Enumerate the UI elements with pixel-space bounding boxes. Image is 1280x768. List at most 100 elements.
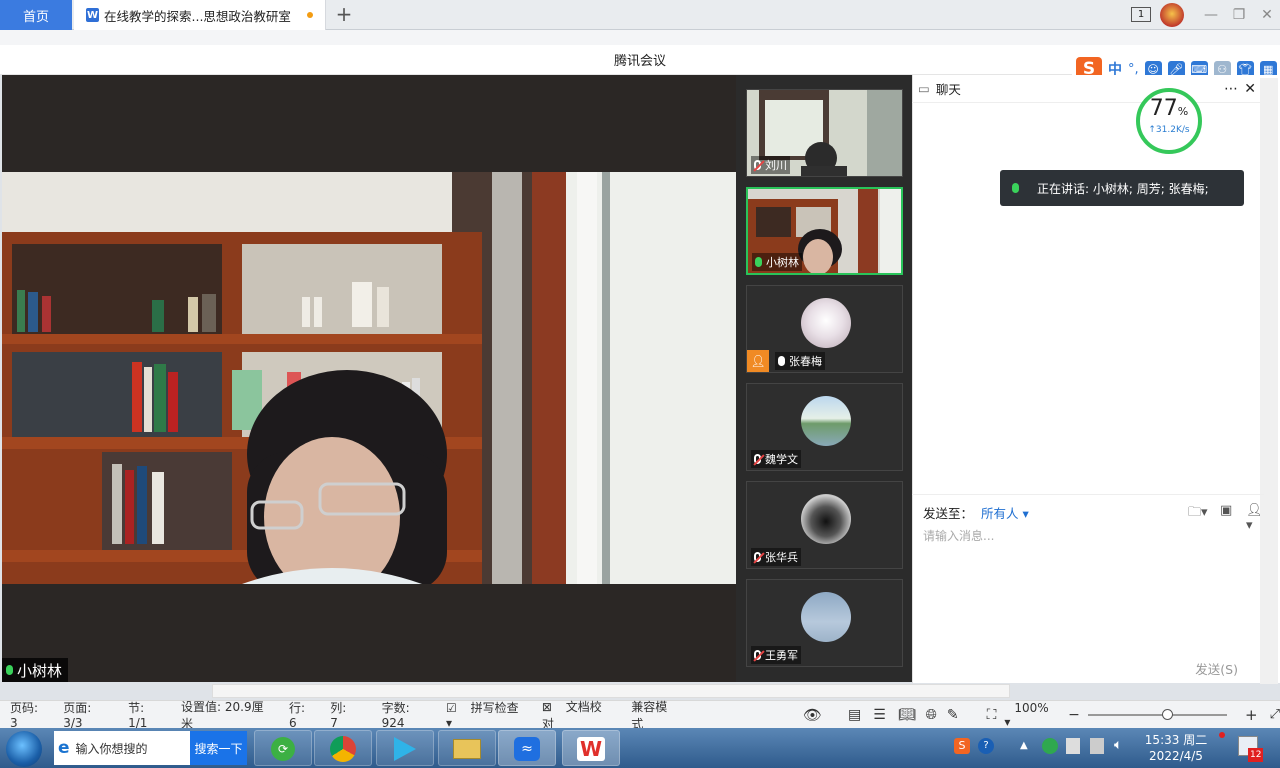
spell-check-label: 拼写检查: [470, 701, 519, 715]
tab-home[interactable]: 首页: [0, 0, 72, 30]
red-dot-icon: [1219, 732, 1225, 738]
chrome-icon: [330, 736, 356, 762]
participant-name: 小树林: [766, 256, 799, 269]
taskbar-app-wps[interactable]: W: [562, 730, 620, 766]
avatar: [801, 592, 851, 642]
speaker-video-image: [2, 172, 736, 584]
status-setting: 设置值: 20.9厘米: [181, 699, 264, 731]
active-speaker-label: 小树林: [2, 658, 69, 682]
speaking-now-banner: 正在讲话: 小树林; 周芳; 张春梅;: [1000, 170, 1244, 206]
video-player-icon: [394, 737, 416, 761]
participant-tile[interactable]: 王勇军: [746, 579, 903, 667]
search-button[interactable]: 搜索一下: [190, 731, 247, 765]
mic-on-icon: [755, 257, 762, 267]
close-button[interactable]: ✕: [1256, 5, 1278, 25]
write-mode-icon[interactable]: ✎: [947, 707, 959, 723]
status-row: 行: 6: [288, 701, 305, 730]
status-word-count[interactable]: 字数: 924: [382, 699, 436, 730]
more-icon[interactable]: ⋯: [1224, 81, 1238, 97]
compat-mode-label: 兼容模式: [631, 699, 668, 731]
minimize-button[interactable]: —: [1200, 5, 1222, 25]
user-avatar[interactable]: [1160, 3, 1184, 27]
status-page-code: 页码: 3: [10, 701, 39, 730]
window-count-badge[interactable]: 1: [1131, 7, 1151, 22]
help-tray-icon[interactable]: ?: [978, 738, 994, 754]
search-input[interactable]: e 输入你想搜的: [54, 731, 190, 765]
start-button[interactable]: [6, 731, 42, 767]
horizontal-scrollbar[interactable]: [212, 684, 1010, 698]
security-tray-icon[interactable]: [1042, 738, 1058, 754]
host-icon: 👤︎: [747, 350, 769, 372]
zoom-slider[interactable]: [1087, 708, 1227, 720]
taskbar-app-explorer[interactable]: [438, 730, 496, 766]
chat-title: 聊天: [935, 82, 961, 97]
taskbar-app-chrome[interactable]: [314, 730, 372, 766]
mic-on-icon: [1012, 183, 1019, 193]
participant-name: 魏学文: [765, 453, 798, 466]
active-speaker-name: 小树林: [17, 661, 63, 680]
eye-protect-icon[interactable]: 👁︎: [803, 706, 822, 724]
volume-icon[interactable]: 🔈︎: [1114, 737, 1122, 753]
speed-percent: 77: [1149, 96, 1178, 121]
send-to-label: 发送至：: [923, 506, 974, 521]
screenshot-icon[interactable]: ▣: [1220, 503, 1232, 518]
network-tray-icon[interactable]: [1090, 738, 1104, 754]
mic-muted-icon: [754, 552, 761, 562]
zoom-select[interactable]: 100% ▾: [1004, 701, 1058, 729]
network-speed-widget[interactable]: 77% ↑31.2K/s: [1136, 88, 1202, 154]
mic-muted-icon: [754, 160, 761, 170]
mic-muted-icon: [754, 454, 761, 464]
zoom-slider-thumb[interactable]: [1161, 708, 1173, 720]
chat-input[interactable]: 请输入消息...: [923, 527, 1253, 647]
taskbar-app-tencent-meeting[interactable]: ≈: [498, 730, 556, 766]
doc-proof-label: 文档校对: [541, 699, 602, 731]
mic-muted-icon: [754, 650, 761, 660]
send-to-value: 所有人: [981, 506, 1019, 521]
zoom-in-button[interactable]: +: [1245, 706, 1258, 724]
mic-on-icon: [6, 665, 13, 675]
speed-percent-sign: %: [1177, 105, 1189, 118]
ie-icon: e: [58, 738, 70, 758]
mic-on-icon: [778, 356, 785, 366]
fit-page-icon[interactable]: ⛶: [987, 707, 997, 723]
web-view-icon[interactable]: 🌐︎: [926, 707, 937, 723]
wps-status-bar: 页码: 3 页面: 3/3 节: 1/1 设置值: 20.9厘米 行: 6 列:…: [0, 699, 1280, 731]
restore-button[interactable]: ❐: [1228, 5, 1250, 25]
tray-expand-icon[interactable]: ▲: [1020, 740, 1028, 751]
chat-icon: ▭: [918, 81, 930, 96]
taskbar-app-player[interactable]: [376, 730, 434, 766]
refresh-icon: ⟳: [271, 737, 295, 761]
participant-tile[interactable]: 魏学文: [746, 383, 903, 471]
taskbar-app-refresh[interactable]: ⟳: [254, 730, 312, 766]
windows-taskbar: e 输入你想搜的 搜索一下 ⟳ ≈ W S ? ▲ 🔈︎ 15:33 周二 20…: [0, 728, 1280, 768]
chat-close-icon[interactable]: ✕: [1244, 81, 1256, 97]
status-section: 节: 1/1: [128, 701, 148, 730]
clock[interactable]: 15:33 周二 2022/4/5: [1138, 732, 1214, 764]
flag-tray-icon[interactable]: [1066, 738, 1080, 754]
doc-proof-button[interactable]: ⊠ 文档校对: [542, 698, 613, 732]
page-view-icon[interactable]: ▤: [848, 707, 861, 723]
participant-tile[interactable]: 👤︎ 张春梅: [746, 285, 903, 373]
clock-time: 15:33 周二: [1144, 733, 1208, 747]
search-placeholder: 输入你想搜的: [75, 741, 148, 756]
spell-check-toggle[interactable]: ☑ 拼写检查 ▾: [446, 699, 528, 730]
tab-document[interactable]: W 在线教学的探索...思想政治教研室: [74, 0, 326, 30]
fullscreen-icon[interactable]: ⤢: [1270, 707, 1280, 722]
sogou-tray-icon[interactable]: S: [954, 738, 970, 754]
participant-name: 刘川: [765, 159, 787, 172]
tencent-meeting-icon: ≈: [514, 737, 540, 761]
participant-tile[interactable]: 小树林: [746, 187, 903, 275]
status-page: 页面: 3/3: [63, 701, 92, 730]
participant-tile[interactable]: 刘川: [746, 89, 903, 177]
zoom-out-button[interactable]: −: [1068, 707, 1080, 723]
speed-rate: ↑31.2K/s: [1148, 125, 1190, 135]
send-to-select[interactable]: 所有人 ▾: [981, 503, 1029, 522]
outline-view-icon[interactable]: ☰: [873, 707, 886, 723]
new-tab-button[interactable]: +: [334, 4, 354, 26]
participant-tile[interactable]: 张华兵: [746, 481, 903, 569]
reading-view-icon[interactable]: 📖︎: [898, 707, 916, 723]
file-icon[interactable]: 🗀︎▾: [1188, 503, 1208, 525]
chat-header: ▭ 聊天 ⋯ ✕: [912, 75, 1264, 103]
send-button[interactable]: 发送(S): [1195, 659, 1238, 678]
participant-tile-list: 刘川 小树林 👤︎ 张春梅 魏学文 张华兵 王勇军: [736, 75, 912, 682]
